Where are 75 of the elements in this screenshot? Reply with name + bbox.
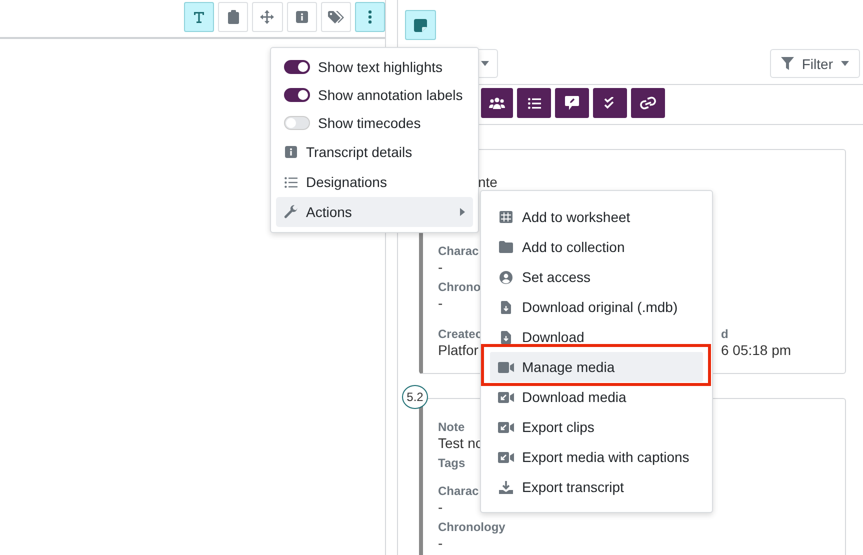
menu-item[interactable]: Export clips bbox=[490, 412, 703, 442]
menu-item[interactable]: Show annotation labels bbox=[276, 81, 473, 109]
annotation-tool-button[interactable] bbox=[555, 88, 589, 118]
annotation-tool-button[interactable] bbox=[593, 88, 627, 118]
toolbar-button[interactable] bbox=[354, 2, 386, 32]
toolbar-button[interactable] bbox=[252, 2, 283, 32]
annotation-tool-button[interactable] bbox=[631, 88, 665, 118]
toolbar-button[interactable] bbox=[286, 2, 317, 32]
field-label: Charac bbox=[438, 243, 479, 259]
clipboard-icon bbox=[228, 10, 239, 24]
notes-button[interactable] bbox=[405, 10, 436, 40]
info-icon bbox=[284, 146, 298, 158]
list-icon bbox=[284, 176, 298, 188]
menu-item[interactable]: Designations bbox=[276, 167, 473, 197]
tags-icon bbox=[328, 10, 344, 24]
comment-icon bbox=[565, 96, 579, 110]
download-icon bbox=[498, 480, 514, 494]
field-label: d bbox=[721, 326, 730, 342]
field-value: nte bbox=[478, 174, 498, 191]
link-icon bbox=[639, 96, 657, 110]
menu-item[interactable]: Set access bbox=[490, 262, 703, 292]
menu-item[interactable]: Transcript details bbox=[276, 137, 473, 167]
file-download-icon bbox=[498, 330, 514, 344]
field-value: - bbox=[438, 499, 443, 516]
field-value: Platfor bbox=[438, 342, 478, 359]
folder-icon bbox=[498, 241, 514, 253]
list-icon bbox=[528, 98, 540, 108]
funnel-icon bbox=[780, 57, 794, 70]
menu-item[interactable]: Show timecodes bbox=[276, 109, 473, 137]
field-label: Tags bbox=[438, 455, 466, 471]
toolbar-button[interactable] bbox=[184, 2, 214, 32]
submenu-arrow-icon bbox=[460, 208, 465, 216]
field-value: 6 05:18 pm bbox=[721, 342, 792, 359]
caret-icon bbox=[841, 61, 849, 66]
number-badge: 5.2 bbox=[402, 385, 428, 409]
move-icon bbox=[260, 10, 274, 24]
video-icon bbox=[498, 422, 514, 432]
field-value: - bbox=[438, 295, 443, 312]
menu-item[interactable]: Manage media bbox=[490, 352, 703, 382]
text-icon bbox=[192, 10, 206, 24]
menu-item[interactable]: Download original (.mdb) bbox=[490, 292, 703, 322]
video-icon bbox=[498, 392, 514, 402]
video-icon bbox=[498, 362, 514, 372]
wrench-icon bbox=[284, 205, 298, 219]
more-icon bbox=[368, 10, 372, 24]
file-download-icon bbox=[498, 300, 514, 314]
people-icon bbox=[489, 97, 505, 109]
annotation-tool-button[interactable] bbox=[481, 88, 513, 118]
annotation-tool-button[interactable] bbox=[517, 88, 551, 118]
menu-item[interactable]: Download media bbox=[490, 382, 703, 412]
filter-button[interactable]: Filter bbox=[770, 49, 860, 78]
menu-item[interactable]: Add to worksheet bbox=[490, 202, 703, 232]
info-icon bbox=[296, 11, 308, 23]
toolbar-button[interactable] bbox=[218, 2, 248, 32]
toggle-switch[interactable] bbox=[284, 60, 310, 74]
menu-item[interactable]: Export media with captions bbox=[490, 442, 703, 472]
field-label: Chronology bbox=[438, 519, 506, 535]
menu-item[interactable]: Download bbox=[490, 322, 703, 352]
note-icon bbox=[414, 18, 427, 32]
menu-item[interactable]: Show text highlights bbox=[276, 53, 473, 81]
field-label: Charac bbox=[438, 483, 479, 499]
menu-item[interactable]: Add to collection bbox=[490, 232, 703, 262]
menu-item[interactable]: Export transcript bbox=[490, 472, 703, 502]
field-label: Chrono bbox=[438, 279, 481, 295]
toolbar-button[interactable] bbox=[320, 2, 351, 32]
video-icon bbox=[498, 452, 514, 462]
field-value: - bbox=[438, 259, 443, 276]
toggle-switch[interactable] bbox=[284, 88, 310, 102]
field-label: Note bbox=[438, 419, 465, 435]
user-icon bbox=[498, 270, 514, 284]
grid-icon bbox=[498, 211, 514, 223]
field-value: - bbox=[438, 535, 443, 552]
field-label: Createc bbox=[438, 326, 482, 342]
menu-item[interactable]: Actions bbox=[276, 197, 473, 227]
double-check-icon bbox=[604, 97, 616, 109]
